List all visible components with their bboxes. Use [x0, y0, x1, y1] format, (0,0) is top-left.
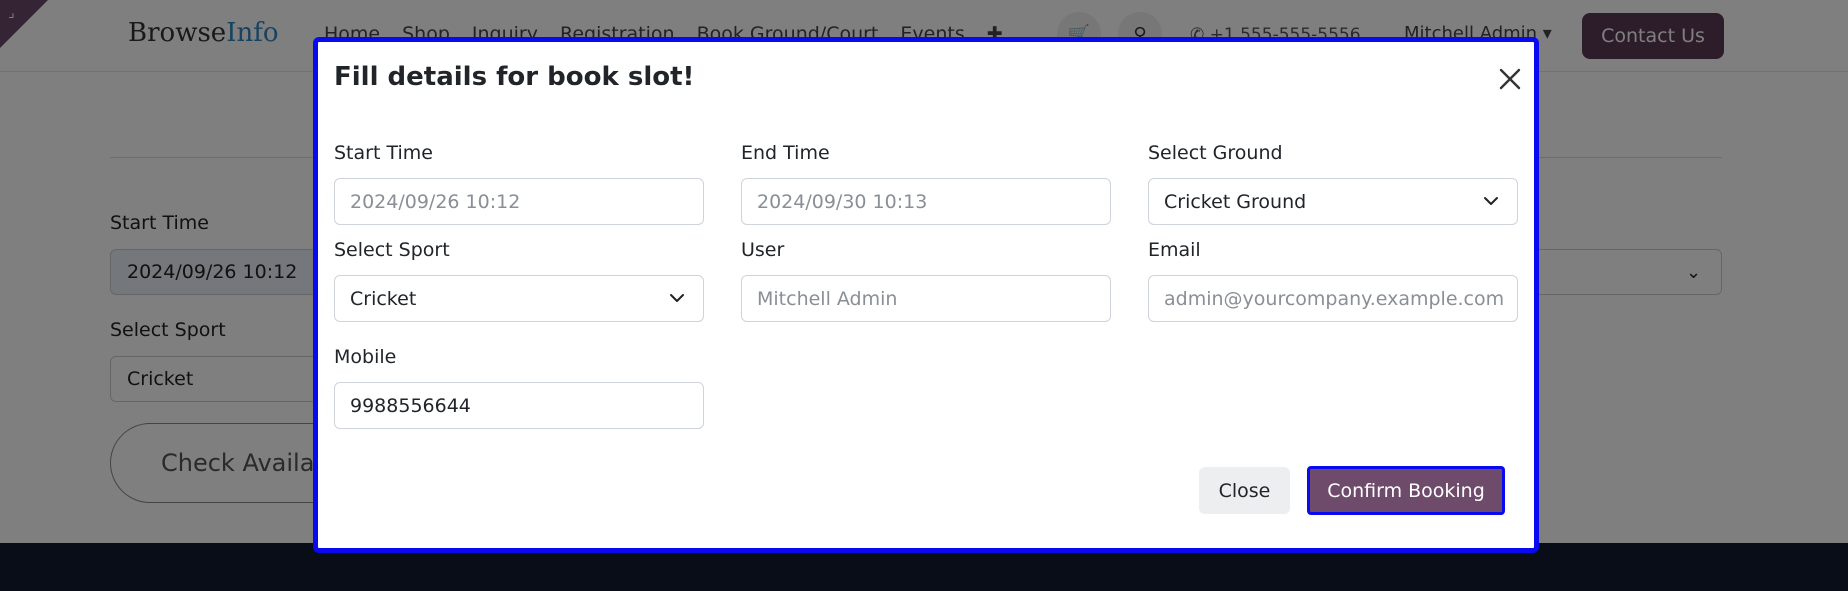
- close-button[interactable]: Close: [1199, 467, 1290, 514]
- mobile-input[interactable]: 9988556644: [334, 382, 704, 429]
- select-sport-label: Select Sport: [334, 239, 450, 261]
- user-input[interactable]: Mitchell Admin: [741, 275, 1111, 322]
- chevron-down-icon: [670, 294, 684, 302]
- select-ground-label: Select Ground: [1148, 142, 1283, 164]
- mobile-label: Mobile: [334, 346, 397, 368]
- email-input[interactable]: admin@yourcompany.example.com: [1148, 275, 1518, 322]
- user-label: User: [741, 239, 785, 261]
- end-time-input[interactable]: 2024/09/30 10:13: [741, 178, 1111, 225]
- start-time-input[interactable]: 2024/09/26 10:12: [334, 178, 704, 225]
- close-icon[interactable]: [1494, 63, 1526, 95]
- confirm-booking-button[interactable]: Confirm Booking: [1307, 466, 1505, 515]
- end-time-label: End Time: [741, 142, 830, 164]
- modal-title: Fill details for book slot!: [334, 62, 695, 92]
- start-time-label: Start Time: [334, 142, 433, 164]
- select-ground-dropdown[interactable]: Cricket Ground: [1148, 178, 1518, 225]
- book-slot-modal: Fill details for book slot! Start Time 2…: [313, 37, 1539, 553]
- select-sport-dropdown[interactable]: Cricket: [334, 275, 704, 322]
- email-label: Email: [1148, 239, 1201, 261]
- chevron-down-icon: [1484, 197, 1498, 205]
